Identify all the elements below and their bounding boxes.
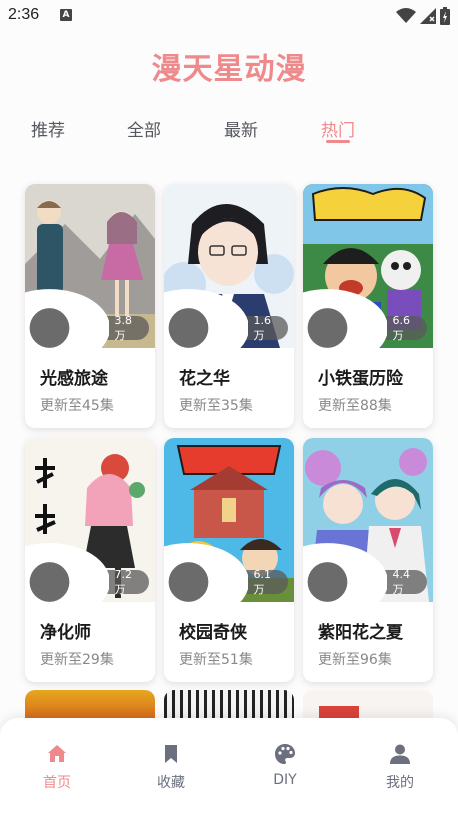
view-count-value: 3.8万 [114, 313, 132, 342]
battery-icon [440, 7, 450, 25]
tab-recommend[interactable]: 推荐 [31, 116, 65, 141]
comic-title: 净化师 [40, 623, 91, 643]
comic-card[interactable]: 4.4万 紫阳花之夏 更新至96集 [303, 438, 433, 682]
comic-cover: 4.4万 [303, 438, 433, 602]
view-count: 6.6万 [303, 289, 427, 348]
nav-home-label: 首页 [43, 775, 71, 791]
nav-home[interactable]: 首页 [17, 742, 97, 792]
comic-episodes: 更新至51集 [179, 652, 253, 668]
comic-cover: 3.8万 [25, 184, 155, 348]
eye-icon [303, 543, 388, 602]
home-icon [48, 745, 66, 762]
bottom-nav: 首页 收藏 DIY 我的 [0, 718, 458, 814]
comic-card[interactable]: 6.1万 校园奇侠 更新至51集 [164, 438, 294, 682]
view-count: 1.6万 [164, 289, 288, 348]
view-count: 6.1万 [164, 543, 288, 602]
view-count: 3.8万 [25, 289, 149, 348]
eye-icon [164, 289, 249, 348]
nav-favorites-label: 收藏 [157, 775, 185, 791]
tab-latest[interactable]: 最新 [224, 116, 258, 141]
comic-title: 光感旅途 [40, 369, 108, 389]
category-tabs: 推荐 全部 最新 热门 [0, 116, 458, 156]
comic-card[interactable]: 3.8万 光感旅途 更新至45集 [25, 184, 155, 428]
active-tab-indicator [326, 140, 350, 143]
comic-title: 紫阳花之夏 [318, 623, 403, 643]
tab-all[interactable]: 全部 [127, 116, 161, 141]
comic-episodes: 更新至29集 [40, 652, 114, 668]
notification-a-icon: A [60, 9, 72, 21]
nav-diy-label: DIY [273, 772, 297, 788]
eye-icon [303, 289, 388, 348]
user-icon [390, 744, 410, 764]
comic-cover: 6.6万 [303, 184, 433, 348]
nav-profile-label: 我的 [386, 775, 414, 791]
comic-card[interactable]: 6.6万 小铁蛋历险 更新至88集 [303, 184, 433, 428]
bookmark-icon [165, 745, 177, 763]
eye-icon [164, 543, 249, 602]
view-count: 4.4万 [303, 543, 427, 602]
view-count-value: 1.6万 [253, 313, 271, 342]
status-icons [396, 6, 450, 26]
comic-title: 花之华 [179, 369, 230, 389]
view-count: 7.2万 [25, 543, 149, 602]
tab-hot[interactable]: 热门 [321, 116, 355, 141]
nav-profile[interactable]: 我的 [360, 742, 440, 792]
nav-favorites[interactable]: 收藏 [131, 742, 211, 792]
nav-diy[interactable]: DIY [245, 742, 325, 788]
comic-card[interactable]: 7.2万 净化师 更新至29集 [25, 438, 155, 682]
app-title: 漫天星动漫 [151, 52, 307, 87]
palette-icon [275, 744, 295, 764]
view-count-value: 4.4万 [392, 567, 410, 596]
comic-episodes: 更新至45集 [40, 398, 114, 414]
comic-episodes: 更新至35集 [179, 398, 253, 414]
eye-icon [25, 543, 110, 602]
comic-episodes: 更新至88集 [318, 398, 392, 414]
comic-title: 校园奇侠 [179, 623, 247, 643]
view-count-value: 6.1万 [253, 567, 271, 596]
comic-cover: 7.2万 [25, 438, 155, 602]
eye-icon [25, 289, 110, 348]
comic-cover: 1.6万 [164, 184, 294, 348]
comic-title: 小铁蛋历险 [318, 369, 403, 389]
signal-icon [420, 8, 436, 24]
comic-episodes: 更新至96集 [318, 652, 392, 668]
view-count-value: 7.2万 [114, 567, 132, 596]
comic-cover: 6.1万 [164, 438, 294, 602]
comic-card[interactable]: 1.6万 花之华 更新至35集 [164, 184, 294, 428]
view-count-value: 6.6万 [392, 313, 410, 342]
status-bar: 2:36 A [0, 0, 458, 32]
wifi-icon [396, 8, 416, 23]
status-time: 2:36 [8, 6, 40, 23]
